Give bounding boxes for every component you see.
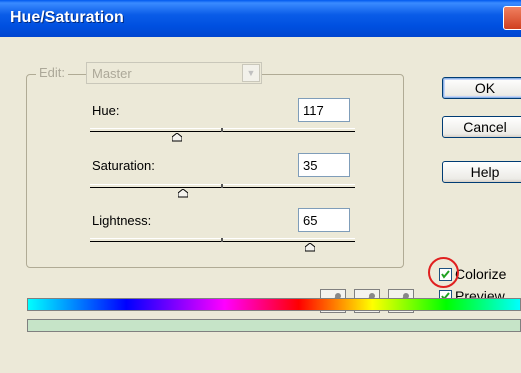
saturation-label: Saturation: <box>92 158 155 173</box>
hue-label: Hue: <box>92 103 120 118</box>
close-button[interactable] <box>503 6 521 30</box>
lightness-slider[interactable] <box>90 238 355 252</box>
title-bar[interactable]: Hue/Saturation <box>0 0 521 37</box>
saturation-slider-thumb[interactable] <box>177 189 188 198</box>
hue-input[interactable] <box>298 98 350 122</box>
ok-button[interactable]: OK <box>442 77 521 99</box>
hue-slider-thumb[interactable] <box>172 133 183 142</box>
chevron-down-icon: ▼ <box>242 64 260 82</box>
colorize-result-bar <box>27 319 521 332</box>
saturation-slider-center-tick <box>221 184 223 188</box>
colorize-highlight-circle <box>428 257 459 288</box>
colorize-label[interactable]: Colorize <box>455 266 506 282</box>
window-title: Hue/Saturation <box>10 9 124 26</box>
saturation-input[interactable] <box>298 153 350 177</box>
cancel-button[interactable]: Cancel <box>442 116 521 138</box>
saturation-slider[interactable] <box>90 184 355 198</box>
lightness-slider-thumb[interactable] <box>304 243 315 252</box>
edit-select: Master ▼ <box>86 62 262 84</box>
edit-label: Edit: <box>36 65 69 80</box>
lightness-slider-center-tick <box>221 238 223 242</box>
edit-select-value: Master <box>92 66 132 81</box>
hue-slider[interactable] <box>90 128 355 142</box>
hue-slider-center-tick <box>221 128 223 132</box>
lightness-label: Lightness: <box>92 213 152 228</box>
spectrum-bar <box>27 298 521 311</box>
lightness-input[interactable] <box>298 208 350 232</box>
help-button[interactable]: Help <box>442 161 521 183</box>
